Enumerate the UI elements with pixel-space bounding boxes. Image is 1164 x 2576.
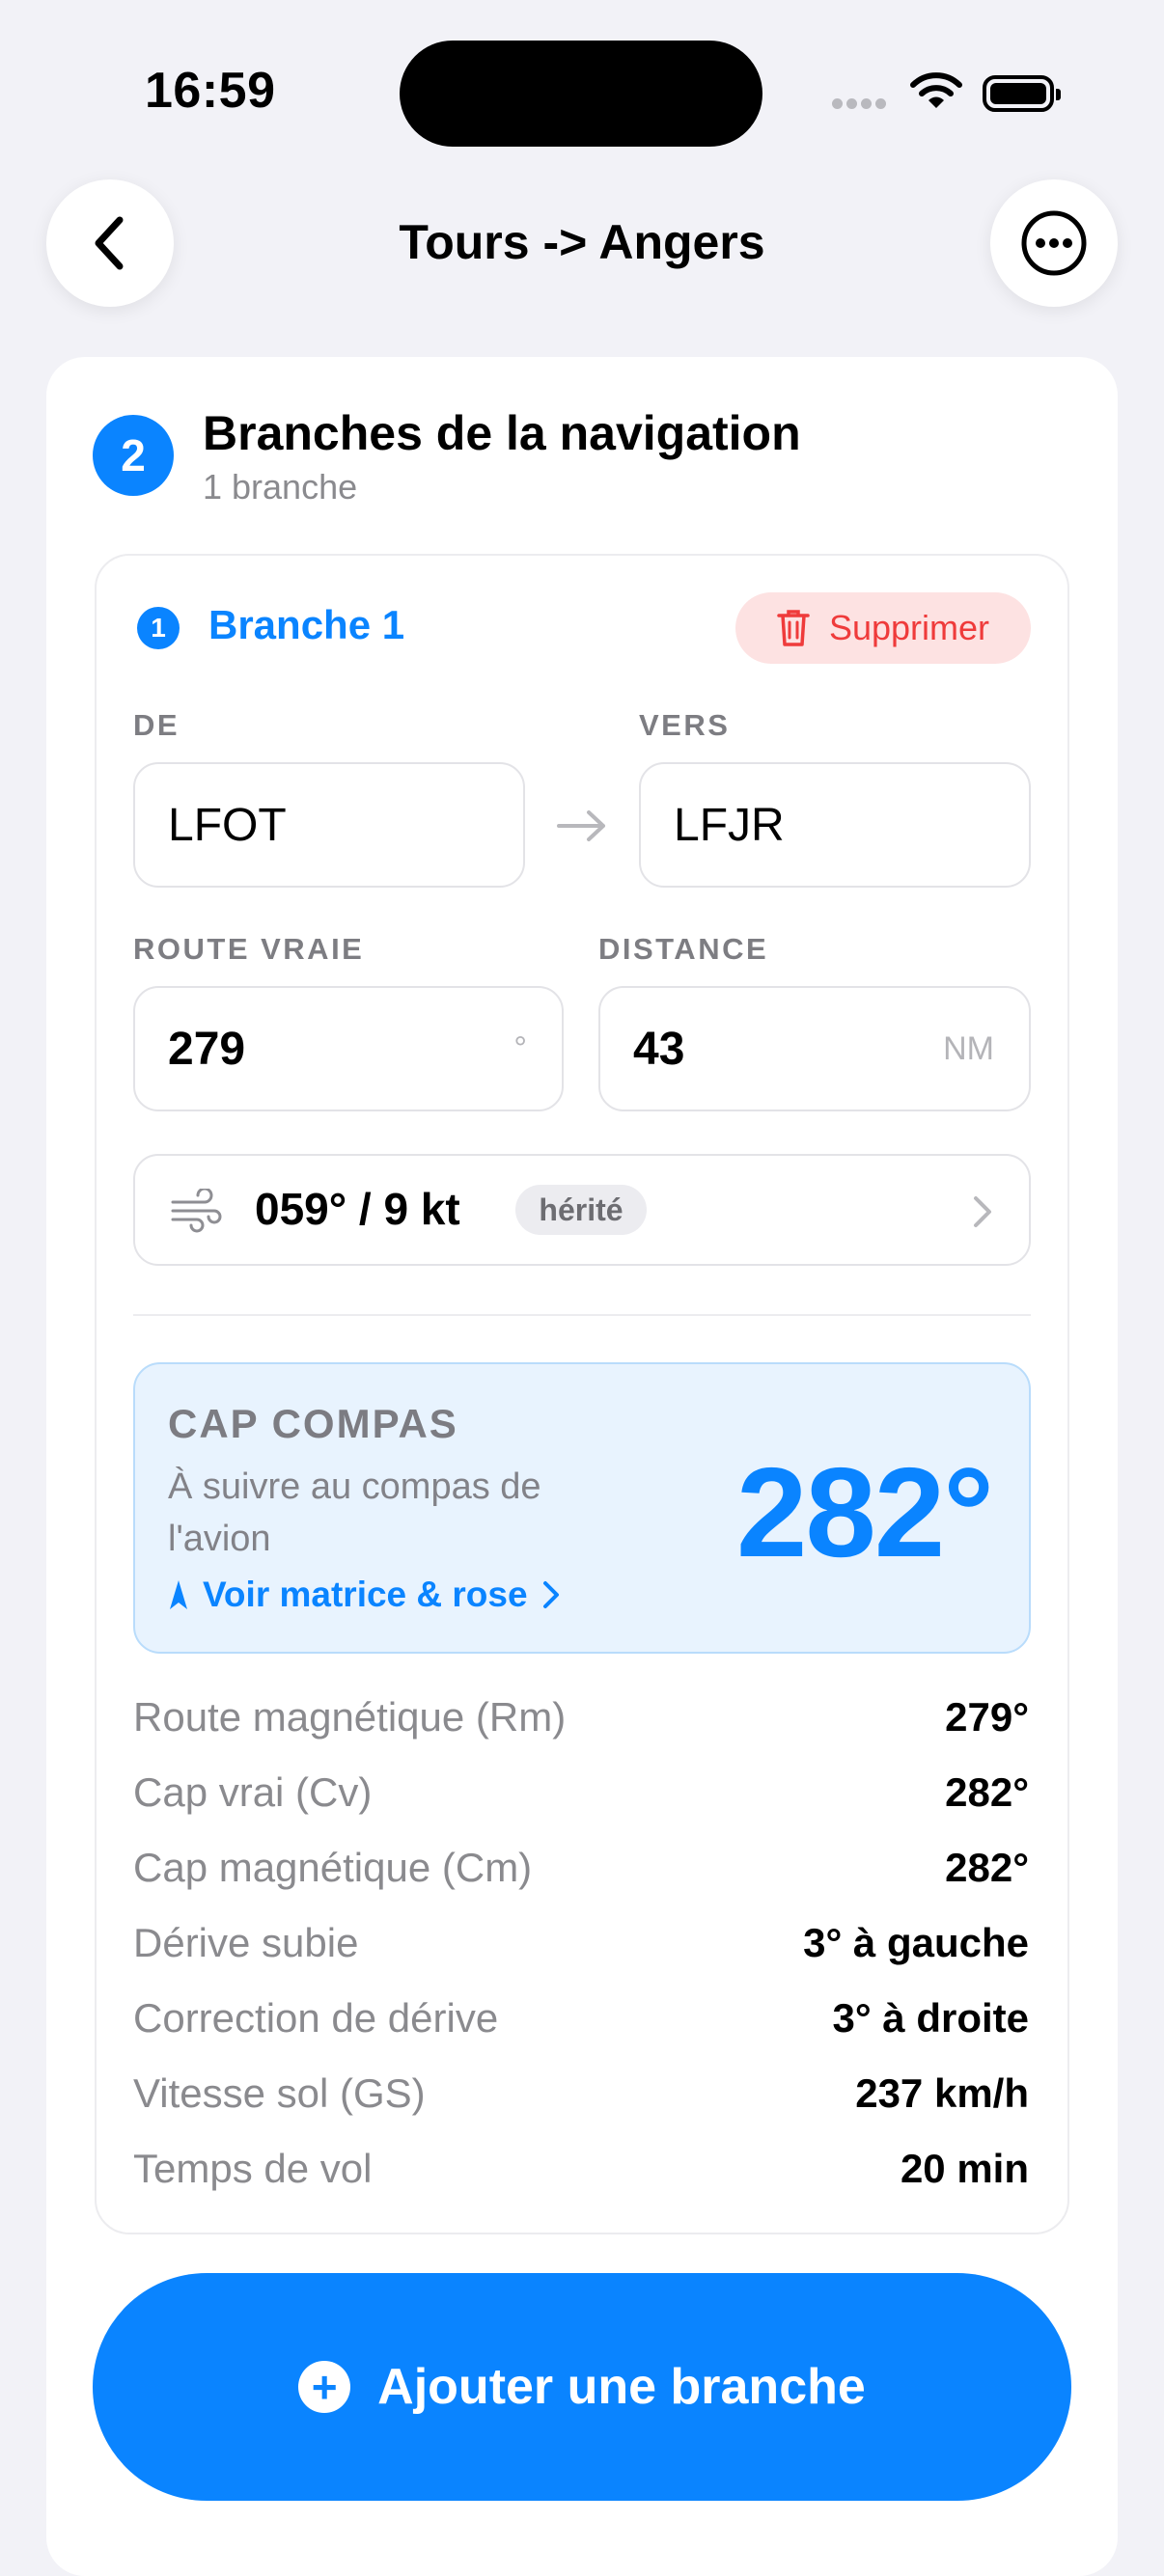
dynamic-island: [400, 41, 762, 147]
more-options-button[interactable]: [990, 179, 1118, 307]
result-label: Cap vrai (Cv): [133, 1769, 373, 1815]
wind-value: 059° / 9 kt: [255, 1184, 460, 1234]
result-label: Dérive subie: [133, 1920, 359, 1965]
result-value: 20 min: [900, 2146, 1029, 2191]
from-value: LFOT: [168, 799, 287, 851]
from-label: DE: [133, 708, 180, 742]
ellipsis-circle-icon: [1021, 210, 1087, 276]
result-label: Cap magnétique (Cm): [133, 1845, 533, 1890]
route-label: ROUTE VRAIE: [133, 932, 365, 966]
divider: [133, 1314, 1031, 1316]
result-value: 279°: [945, 1694, 1029, 1740]
distance-field[interactable]: 43 NM: [598, 986, 1031, 1111]
result-value: 3° à gauche: [803, 1920, 1029, 1965]
cellular-signal-icon: [832, 96, 890, 114]
step-number-badge: 2: [93, 415, 174, 496]
result-value: 282°: [945, 1769, 1029, 1815]
arrow-right-icon: [557, 810, 605, 841]
chevron-right-icon: [542, 1581, 559, 1608]
add-branch-label: Ajouter une branche: [377, 2359, 866, 2415]
delete-label: Supprimer: [828, 608, 990, 647]
result-value: 237 km/h: [855, 2070, 1029, 2116]
distance-value: 43: [633, 1023, 685, 1075]
wind-icon: [171, 1189, 222, 1233]
trash-icon: [777, 610, 810, 646]
to-label: VERS: [639, 708, 731, 742]
distance-unit: NM: [943, 1029, 994, 1067]
result-label: Correction de dérive: [133, 1995, 499, 2041]
route-value: 279: [168, 1023, 246, 1075]
compass-title: CAP COMPAS: [168, 1401, 458, 1446]
section-title: Branches de la navigation: [203, 406, 801, 460]
compass-subtitle: À suivre au compas de l'avion: [168, 1466, 541, 1559]
inherited-badge: hérité: [515, 1185, 647, 1235]
to-value: LFJR: [674, 799, 785, 851]
to-field[interactable]: LFJR: [639, 762, 1031, 888]
branch-number-badge: 1: [137, 607, 180, 649]
add-branch-button[interactable]: + Ajouter une branche: [93, 2273, 1071, 2501]
from-field[interactable]: LFOT: [133, 762, 525, 888]
delete-branch-button[interactable]: Supprimer: [735, 592, 1031, 664]
plus-circle-icon: +: [298, 2361, 351, 2413]
chevron-right-icon: [974, 1196, 991, 1227]
result-label: Vitesse sol (GS): [133, 2070, 426, 2116]
status-time: 16:59: [145, 63, 276, 119]
compass-heading-value: 282°: [735, 1441, 994, 1583]
branch-title: Branche 1: [208, 602, 405, 647]
view-matrix-link[interactable]: Voir matrice & rose: [168, 1575, 561, 1615]
result-value: 282°: [945, 1845, 1029, 1890]
route-unit: °: [513, 1029, 527, 1067]
result-label: Route magnétique (Rm): [133, 1694, 567, 1740]
result-value: 3° à droite: [832, 1995, 1029, 2041]
compass-needle-icon: [170, 1580, 187, 1609]
result-label: Temps de vol: [133, 2146, 373, 2191]
distance-label: DISTANCE: [598, 932, 769, 966]
battery-icon: [983, 75, 1061, 112]
route-field[interactable]: 279 °: [133, 986, 564, 1111]
section-subtitle: 1 branche: [203, 467, 358, 507]
wifi-icon: [910, 72, 962, 108]
view-matrix-label: Voir matrice & rose: [203, 1575, 528, 1614]
